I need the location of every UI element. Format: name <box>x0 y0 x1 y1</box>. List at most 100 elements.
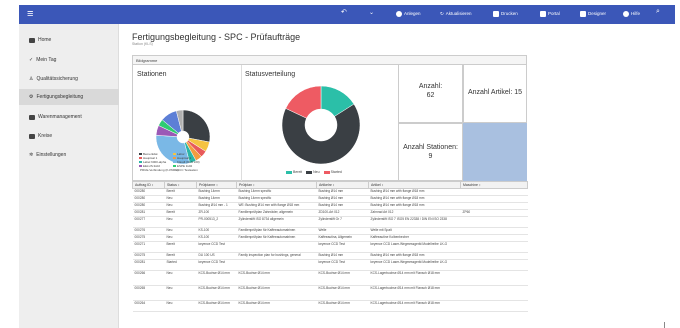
stations-legend: Bemerkdat Labor Hauptsal 1 Hauptsal 2 Label … <box>139 152 207 172</box>
legend-label: CCC Testsation <box>177 168 198 172</box>
anzahl-box: Anzahl: 62 <box>398 64 463 123</box>
table-row[interactable]: 000271 Bereit keyence CCD Test keyence CCD … <box>132 241 528 253</box>
table-cell: 000266 <box>132 270 165 286</box>
table-cell: Familienprüfplan Zahnräder, allgemein <box>236 209 317 217</box>
table-cell: Family inspection plan for bushings, gen… <box>236 252 317 260</box>
legend-swatch <box>286 170 292 174</box>
drucken-button[interactable]: Drucken <box>493 9 518 19</box>
table-cell: 000281 <box>132 209 165 217</box>
table-cell: Welle <box>316 227 369 235</box>
column-header[interactable]: Maschine ↕ <box>460 181 528 189</box>
table-row[interactable]: 000280 Neu Bushing 14mm Bushing 14mm specif… <box>132 195 528 203</box>
table-cell: KCS-Buchse Ø14 mm <box>236 285 317 301</box>
scrollbar[interactable] <box>664 322 665 328</box>
help-icon <box>623 11 629 17</box>
table-cell: keyence CCD Test <box>196 259 237 271</box>
legend-label: Bereit <box>293 170 303 174</box>
legend-swatch <box>139 165 142 167</box>
table-cell: Bereit <box>164 209 197 217</box>
table-row[interactable]: 000275 Bereit DU 100 US Family inspection p… <box>132 252 528 260</box>
table-row[interactable]: 000265 Neu KCS-Buchse Ø14 mm KCS-Buchse Ø14… <box>132 285 528 301</box>
table-cell: Bushing Ø14 mm <box>316 202 369 210</box>
sidebar-item-fertigungsbegleitung[interactable]: ⚙ Fertigungsbegleitung <box>19 89 119 105</box>
sidebar-item-warenmanagement[interactable]: Warenmanagement <box>29 114 82 120</box>
table-cell: Neu <box>164 202 197 210</box>
table-row[interactable]: 000275 Neu KS-100 Familienprüfplan für Kaff… <box>132 234 528 242</box>
table-row[interactable]: 000264 Neu KCS-Buchse Ø14 mm KCS-Buchse Ø14… <box>132 300 528 312</box>
legend-item: Neu <box>306 170 320 174</box>
column-header[interactable]: Auftrag ID ↕ <box>132 181 165 189</box>
table-cell: DU 100 US <box>196 252 237 260</box>
column-header[interactable]: Prüfplannr ↕ <box>196 181 237 189</box>
truck-icon <box>29 114 35 120</box>
table-cell: Bushing Ø14 mm <box>316 252 369 260</box>
table-row[interactable]: 000277 Neu PR-000513_2 Zylinderstift ISO 87… <box>132 216 528 228</box>
table-cell: Bushing 14mm specific <box>236 195 317 203</box>
table-cell: ZR-100 <box>196 209 237 217</box>
table-header: Auftrag ID ↕ Status ↕ Prüfplannr ↕ Prüfplan… <box>132 181 528 189</box>
table-cell: 000271 <box>132 241 165 253</box>
table-cell: ZD100-Art 012 <box>316 209 369 217</box>
table-cell: Started <box>164 259 197 271</box>
legend-swatch <box>139 153 142 155</box>
table-cell <box>460 195 528 203</box>
table-cell: Zahnrad Art 012 <box>368 209 461 217</box>
table-cell: Neu <box>164 285 197 301</box>
table-row[interactable]: 000280 Bereit Bushing 14mm Bushing 14mm spe… <box>132 188 528 196</box>
highlight-box <box>463 123 527 181</box>
table-cell: Bushing Ø14 mm with flange Ø18 mm <box>368 188 461 196</box>
table-row[interactable]: 000266 Neu KCS-Buchse Ø14 mm KCS-Buchse Ø14… <box>132 270 528 286</box>
column-header[interactable]: Status ↕ <box>164 181 197 189</box>
aktualisieren-button[interactable]: ↻ Aktualisieren <box>440 9 472 19</box>
sidebar-item-qualitaetssicherung[interactable]: ♙ Qualitätssicherung <box>29 76 78 82</box>
legend-swatch <box>173 161 176 163</box>
undo-icon[interactable]: ↶ <box>341 8 347 18</box>
table-cell: KS-100 <box>196 227 237 235</box>
table-cell: 000280 <box>132 188 165 196</box>
legend-item: Bereit <box>286 170 302 174</box>
chevron-down-icon[interactable]: ⌄ <box>369 8 374 18</box>
sidebar-item-home[interactable]: Home <box>29 37 51 43</box>
portal-button[interactable]: Portal <box>540 9 560 19</box>
anzahl-stationen-label: Anzahl Stationen: <box>403 144 458 151</box>
table-cell: Zylinderstift ISO 7 ISO5 EN 22338 / DIN … <box>368 216 461 228</box>
hamburger-icon[interactable]: ≡ <box>27 8 33 20</box>
sidebar-item-kreise[interactable]: Kreise <box>29 133 52 139</box>
check-icon: ✓ <box>29 57 34 63</box>
column-header[interactable]: Prüfplan ↕ <box>236 181 317 189</box>
sidebar-item-einstellungen[interactable]: ✲ Einstellungen <box>29 152 66 158</box>
column-header[interactable]: Artikel ↕ <box>368 181 461 189</box>
table-cell: KCS-Lagerbuchse Ø14 mm mit Flansch Ø18 m… <box>368 285 461 301</box>
page-subtitle: Station (KLS) <box>132 42 153 46</box>
table-cell: ZP60 <box>460 209 528 217</box>
sidebar-item-mein-tag[interactable]: ✓ Mein Tag <box>29 57 56 63</box>
search-icon[interactable]: ⌕ <box>656 7 660 17</box>
table-cell: Kaffeeautina, Allgemein <box>316 234 369 242</box>
hilfe-button[interactable]: Hilfe <box>623 9 640 19</box>
divider <box>241 65 242 181</box>
table-row[interactable]: 000280 Neu Bushing Ø14 mm - 1 WE: Bushing Ø… <box>132 202 528 210</box>
legend-swatch <box>139 161 142 163</box>
anzahl-label: Anzahl: <box>418 83 443 90</box>
sidebar: Home ✓ Mein Tag ♙ Qualitätssicherung ⚙ Fert… <box>19 24 119 328</box>
anlegen-button[interactable]: Anlegen <box>396 9 421 19</box>
designer-button[interactable]: Designer <box>580 9 606 19</box>
status-donut-chart <box>281 85 361 165</box>
table-cell: KS-100 <box>196 234 237 242</box>
table-cell: 000265 <box>132 285 165 301</box>
anzahl-artikel: Anzahl Artikel: 15 <box>467 89 523 96</box>
table-cell: Neu <box>164 300 197 312</box>
legend-swatch <box>173 169 176 171</box>
table-row[interactable]: 000281 Bereit ZR-100 Familienprüfplan Zahnr… <box>132 209 528 217</box>
table-cell <box>460 227 528 235</box>
table-cell: Neu <box>164 234 197 242</box>
table-row[interactable]: 000276 Neu KS-100 Familienprüfplan für Kaff… <box>132 227 528 235</box>
anzahl-stationen-value: 9 <box>428 153 433 160</box>
table-row[interactable]: 000281 Started keyence CCD Test keyence CCD… <box>132 259 528 271</box>
table-body: 000280 Bereit Bushing 14mm Bushing 14mm spe… <box>132 188 528 312</box>
table-cell: Neu <box>164 270 197 286</box>
table-cell: Bushing Ø14 mm <box>316 195 369 203</box>
table-cell: Bushing Ø14 mm with flange Ø18 mm <box>368 195 461 203</box>
column-header[interactable]: Artikelnr ↕ <box>316 181 369 189</box>
table-cell <box>236 241 317 253</box>
